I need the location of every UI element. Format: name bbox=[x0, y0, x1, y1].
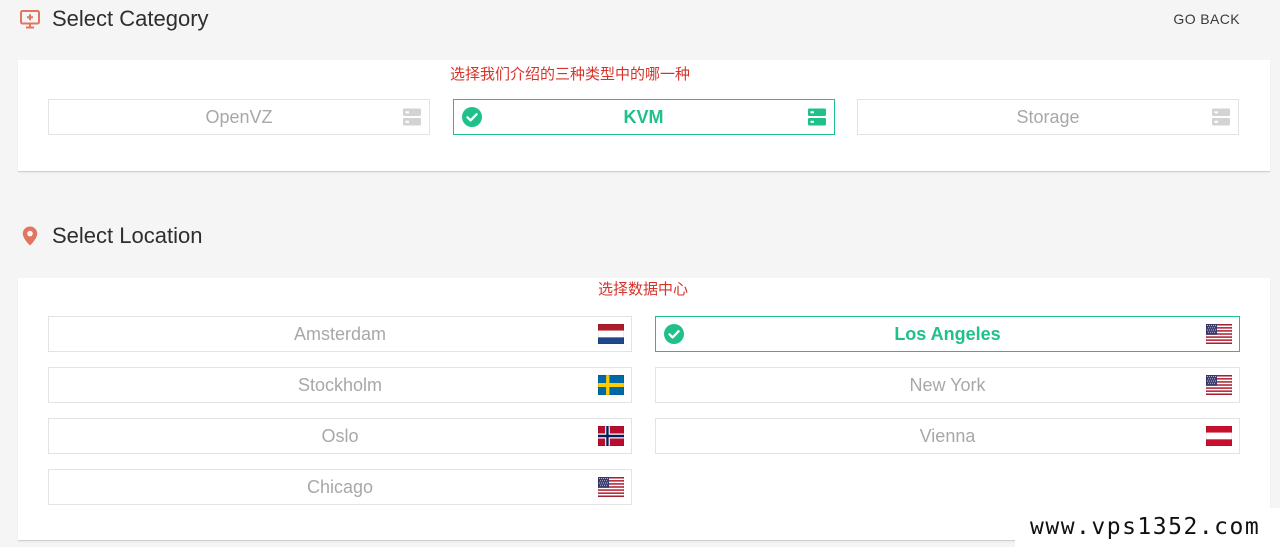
location-option-chicago[interactable]: Chicago bbox=[48, 469, 632, 505]
category-annotation: 选择我们介绍的三种类型中的哪一种 bbox=[449, 65, 691, 83]
category-option-openvz[interactable]: OpenVZ bbox=[48, 99, 430, 135]
location-option-vienna[interactable]: Vienna bbox=[655, 418, 1240, 454]
location-options: Amsterdam Los Angeles Stockholm New York… bbox=[48, 316, 1240, 505]
server-icon bbox=[403, 108, 421, 126]
flag-sweden-icon bbox=[598, 375, 624, 395]
option-label: Stockholm bbox=[297, 375, 383, 395]
option-label: Storage bbox=[1016, 107, 1080, 127]
flag-united-states-icon bbox=[1206, 324, 1232, 344]
option-label: OpenVZ bbox=[205, 107, 273, 127]
location-annotation: 选择数据中心 bbox=[597, 280, 689, 298]
location-title: Select Location bbox=[52, 223, 203, 248]
option-label: Los Angeles bbox=[894, 324, 1001, 344]
category-option-storage[interactable]: Storage bbox=[857, 99, 1239, 135]
location-option-los-angeles[interactable]: Los Angeles bbox=[655, 316, 1240, 352]
category-title: Select Category bbox=[52, 6, 209, 31]
category-card: 选择我们介绍的三种类型中的哪一种 OpenVZ KVM Storage bbox=[18, 60, 1270, 171]
option-label: Chicago bbox=[306, 477, 374, 497]
flag-united-states-icon bbox=[1206, 375, 1232, 395]
server-icon bbox=[808, 108, 826, 126]
location-option-stockholm[interactable]: Stockholm bbox=[48, 367, 632, 403]
monitor-plus-icon bbox=[20, 9, 40, 29]
location-option-amsterdam[interactable]: Amsterdam bbox=[48, 316, 632, 352]
category-header: Select Category bbox=[20, 6, 209, 32]
flag-austria-icon bbox=[1206, 426, 1232, 446]
location-header: Select Location bbox=[20, 223, 202, 249]
option-label: KVM bbox=[623, 107, 664, 127]
check-circle-icon bbox=[462, 107, 482, 127]
category-options: OpenVZ KVM Storage bbox=[48, 99, 1239, 135]
option-label: New York bbox=[909, 375, 986, 395]
location-option-oslo[interactable]: Oslo bbox=[48, 418, 632, 454]
option-label: Vienna bbox=[919, 426, 976, 446]
flag-netherlands-icon bbox=[598, 324, 624, 344]
option-label: Amsterdam bbox=[293, 324, 387, 344]
map-pin-icon bbox=[20, 226, 40, 246]
location-option-new-york[interactable]: New York bbox=[655, 367, 1240, 403]
category-option-kvm[interactable]: KVM bbox=[452, 99, 835, 135]
check-circle-icon bbox=[664, 324, 684, 344]
location-card: 选择数据中心 Amsterdam Los Angeles Stockholm N… bbox=[18, 278, 1270, 540]
option-label: Oslo bbox=[321, 426, 359, 446]
watermark-text: www.vps1352.com bbox=[1015, 508, 1280, 547]
flag-united-states-icon bbox=[598, 477, 624, 497]
flag-norway-icon bbox=[598, 426, 624, 446]
go-back-link[interactable]: GO BACK bbox=[1173, 10, 1240, 28]
server-icon bbox=[1212, 108, 1230, 126]
